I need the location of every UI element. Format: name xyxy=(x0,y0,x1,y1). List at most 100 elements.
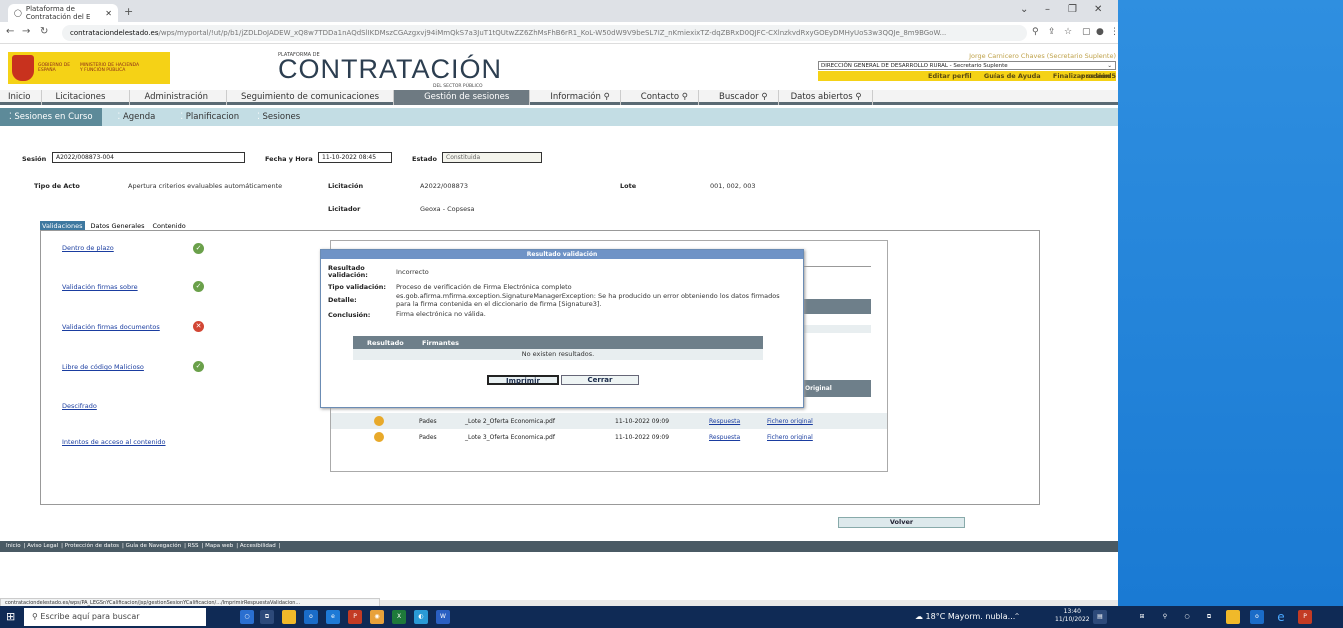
organization-select[interactable]: DIRECCIÓN GENERAL DE DESARROLLO RURAL - … xyxy=(818,61,1116,70)
search-icon[interactable]: ⚲ xyxy=(1158,610,1172,624)
validation-link-intentos[interactable]: Intentos de acceso al contenido xyxy=(62,438,166,446)
zoom-icon[interactable]: ⚲ xyxy=(1032,27,1039,37)
ie-icon[interactable]: e xyxy=(1274,610,1288,624)
empty-message: No existen resultados. xyxy=(353,349,763,360)
subnav-sesiones[interactable]: ⁚ Sesiones xyxy=(248,108,309,126)
minimize-icon[interactable]: – xyxy=(1045,4,1050,15)
nav-buscador[interactable]: Buscador ⚲ xyxy=(699,90,779,105)
fichero-original-link[interactable]: Fichero original xyxy=(767,418,813,425)
nav-inicio[interactable]: Inicio xyxy=(0,90,42,105)
nav-seguimiento[interactable]: Seguimiento de comunicaciones xyxy=(227,90,395,105)
outlook-icon[interactable]: o xyxy=(1250,610,1264,624)
gov-name: GOBIERNO DE ESPAÑA xyxy=(38,63,71,73)
main-nav: Inicio Licitaciones Administración Segui… xyxy=(0,90,1118,105)
url-path: /wps/myportal/!ut/p/b1/jZDLDoJADEW_xQ8w7… xyxy=(158,29,947,37)
table-row: Pades _Lote 3_Oferta Economica.pdf 11-10… xyxy=(331,429,887,445)
estado-field[interactable]: Constituida xyxy=(442,152,542,163)
respuesta-link[interactable]: Respuesta xyxy=(709,434,740,441)
subnav-label: Sesiones xyxy=(262,112,301,122)
footer-accesibilidad[interactable]: Accesibilidad xyxy=(240,543,276,549)
chrome-icon[interactable]: ◉ xyxy=(370,610,384,624)
cortana-icon[interactable]: ○ xyxy=(1180,610,1194,624)
validation-link-malicioso[interactable]: Libre de código Malicioso xyxy=(62,363,144,371)
brand-sub: DEL SECTOR PÚBLICO xyxy=(433,84,483,89)
ministry-name: MINISTERIO DE HACIENDA Y FUNCIÓN PÚBLICA xyxy=(80,63,140,73)
subnav-sesiones-en-curso[interactable]: ⁚ Sesiones en Curso xyxy=(0,108,102,126)
sesion-field[interactable]: A2022/008873-004 xyxy=(52,152,245,163)
validation-link-descifrado[interactable]: Descifrado xyxy=(62,402,97,410)
notifications-icon[interactable]: ▤ xyxy=(1093,610,1107,624)
footer-rss[interactable]: RSS xyxy=(188,543,199,549)
maximize-icon[interactable]: ❐ xyxy=(1068,4,1077,15)
platform-logo[interactable]: PLATAFORMA DE CONTRATACIÓN DEL SECTOR PÚ… xyxy=(278,52,501,90)
url-input[interactable]: contrataciondelestado.es/wps/myportal/!u… xyxy=(62,25,1027,41)
start-icon-2[interactable]: ⊞ xyxy=(1135,610,1149,624)
system-clock[interactable]: 13:40 11/10/2022 xyxy=(1055,608,1090,624)
weather-widget[interactable]: ☁ 18°C Mayorm. nubla... xyxy=(915,612,1015,621)
row-fecha: 11-10-2022 09:09 xyxy=(615,418,670,425)
nav-informacion[interactable]: Información ⚲ xyxy=(530,90,621,105)
browser-tab[interactable]: ◯ Plataforma de Contratación del E ✕ xyxy=(8,4,118,22)
nav-administracion[interactable]: Administración xyxy=(130,90,228,105)
windows-start-icon[interactable]: ⊞ xyxy=(6,611,18,623)
row-fichero: _Lote 3_Oferta Economica.pdf xyxy=(465,434,555,441)
env-label: prodnod5 xyxy=(1080,72,1116,80)
powerpoint-icon[interactable]: P xyxy=(348,610,362,624)
validation-link-plazo[interactable]: Dentro de plazo xyxy=(62,244,114,252)
file-explorer-icon[interactable] xyxy=(1226,610,1240,624)
new-tab-icon[interactable]: + xyxy=(124,5,133,18)
word-icon[interactable]: W xyxy=(436,610,450,624)
validation-link-firmas-sobre[interactable]: Validación firmas sobre xyxy=(62,283,138,291)
tray-icons[interactable]: ^ xyxy=(1010,610,1024,624)
nav-contacto[interactable]: Contacto ⚲ xyxy=(621,90,700,105)
user-panel: Jorge Carnicero Chaves (Secretario Suple… xyxy=(818,52,1118,92)
edit-profile-link[interactable]: Editar perfil xyxy=(928,72,972,80)
menu-icon[interactable]: ⋮ xyxy=(1110,27,1118,37)
app-icon[interactable]: ◐ xyxy=(414,610,428,624)
sesion-label: Sesión xyxy=(22,155,47,163)
footer-mapa[interactable]: Mapa web xyxy=(205,543,233,549)
col-firmantes: Firmantes xyxy=(422,338,460,347)
sidebar-icon[interactable]: ▢ xyxy=(1082,27,1091,37)
cortana-icon[interactable]: ○ xyxy=(240,610,254,624)
search-icon: ⚲ xyxy=(681,92,689,102)
outlook-icon[interactable]: o xyxy=(304,610,318,624)
excel-icon[interactable]: X xyxy=(392,610,406,624)
task-view-icon[interactable]: ⧉ xyxy=(260,610,274,624)
star-icon[interactable]: ☆ xyxy=(1064,27,1072,37)
error-icon: ✕ xyxy=(193,321,204,332)
fichero-original-link[interactable]: Fichero original xyxy=(767,434,813,441)
validation-link-firmas-documentos[interactable]: Validación firmas documentos xyxy=(62,323,160,331)
nav-datos-abiertos[interactable]: Datos abiertos ⚲ xyxy=(779,90,873,105)
government-logo[interactable]: GOBIERNO DE ESPAÑA MINISTERIO DE HACIEND… xyxy=(8,52,170,84)
close-tab-icon[interactable]: ✕ xyxy=(105,9,112,18)
row-fichero: _Lote 2_Oferta Economica.pdf xyxy=(465,418,555,425)
respuesta-link[interactable]: Respuesta xyxy=(709,418,740,425)
share-icon[interactable]: ⇪ xyxy=(1048,27,1056,37)
file-explorer-icon[interactable] xyxy=(282,610,296,624)
help-guides-link[interactable]: Guías de Ayuda xyxy=(984,72,1041,80)
footer-proteccion[interactable]: Protección de datos xyxy=(65,543,119,549)
nav-gestion-sesiones[interactable]: Gestión de sesiones xyxy=(394,90,531,105)
tab-search-icon[interactable]: ⌄ xyxy=(1020,4,1028,15)
footer-guia[interactable]: Guía de Navegación xyxy=(126,543,181,549)
reload-icon[interactable]: ↻ xyxy=(40,26,48,37)
footer-inicio[interactable]: Inicio xyxy=(6,543,21,549)
print-button[interactable]: Imprimir xyxy=(487,375,559,385)
nav-licitaciones[interactable]: Licitaciones xyxy=(42,90,131,105)
subnav-agenda[interactable]: ⁚ Agenda xyxy=(102,108,165,126)
footer-aviso-legal[interactable]: Aviso Legal xyxy=(27,543,58,549)
close-window-icon[interactable]: ✕ xyxy=(1094,4,1102,15)
close-button[interactable]: Cerrar xyxy=(561,375,639,385)
task-view-icon[interactable]: ⧉ xyxy=(1202,610,1216,624)
subnav-planificacion[interactable]: ⁚ Planificacion xyxy=(164,108,248,126)
back-icon[interactable]: ← xyxy=(6,26,14,37)
powerpoint-icon[interactable]: P xyxy=(1298,610,1312,624)
fecha-field[interactable]: 11-10-2022 08:45 xyxy=(318,152,392,163)
nav-contacto-label: Contacto xyxy=(640,92,680,102)
taskbar-search-input[interactable]: ⚲ Escribe aquí para buscar xyxy=(24,608,206,626)
profile-icon[interactable]: ● xyxy=(1096,27,1104,37)
forward-icon[interactable]: → xyxy=(22,26,30,37)
volver-button[interactable]: Volver xyxy=(838,517,965,528)
edge-icon[interactable]: e xyxy=(326,610,340,624)
